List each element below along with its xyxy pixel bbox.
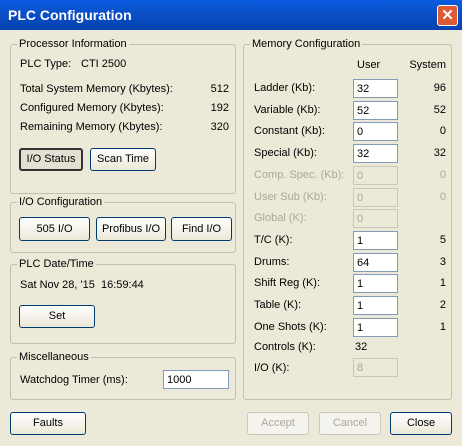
dialog-body: Processor Information PLC Type: CTI 2500… [4,30,458,442]
memory-row-label: Drums: [254,256,290,268]
memory-row-system-value: 1 [439,277,446,289]
memory-row-user-input [353,188,398,207]
memory-row-system-value: 5 [439,234,446,246]
find-io-button[interactable]: Find I/O [171,217,232,241]
faults-button[interactable]: Faults [10,412,86,435]
profibus-io-button[interactable]: Profibus I/O [96,217,166,241]
configured-memory-value: 192 [210,102,229,114]
memory-row-label: Global (K): [254,212,307,224]
memory-row-system-value: 0 [439,191,446,203]
miscellaneous-legend: Miscellaneous [17,351,91,363]
miscellaneous-group: Miscellaneous Watchdog Timer (ms): [10,351,236,400]
set-datetime-button[interactable]: Set [19,305,95,328]
watchdog-timer-label: Watchdog Timer (ms): [20,374,128,386]
total-memory-label: Total System Memory (Kbytes): [20,83,173,95]
io-status-button[interactable]: I/O Status [19,148,83,171]
title-bar: PLC Configuration ✕ [0,0,462,30]
io-configuration-legend: I/O Configuration [17,196,105,208]
memory-row-user-input [353,209,398,228]
close-icon[interactable]: ✕ [437,5,458,26]
scan-time-button[interactable]: Scan Time [90,148,156,171]
processor-information-legend: Processor Information [17,38,129,50]
memory-row-user-input[interactable] [353,253,398,272]
controls-value: 32 [355,341,368,353]
memory-row-user-input [353,166,398,185]
memory-row-label: User Sub (Kb): [254,191,327,203]
memory-row-system-value: 2 [439,299,446,311]
memory-row-user-input[interactable] [353,318,398,337]
total-memory-value: 512 [210,83,229,95]
controls-label: Controls (K): [254,341,316,353]
io-kb-input [353,358,398,377]
memory-row-user-input[interactable] [353,144,398,163]
plc-datetime-legend: PLC Date/Time [17,258,96,270]
505-io-button[interactable]: 505 I/O [19,217,90,241]
memory-row-system-value: 32 [433,147,446,159]
io-kb-label: I/O (K): [254,362,290,374]
accept-button: Accept [247,412,309,435]
configured-memory-label: Configured Memory (Kbytes): [20,102,164,114]
memory-configuration-group: Memory Configuration User System Control… [243,38,452,400]
user-column-header: User [357,59,381,71]
memory-row-system-value: 3 [439,256,446,268]
memory-row-label: Comp. Spec. (Kb): [254,169,345,181]
plc-type-value: CTI 2500 [81,58,127,70]
memory-row-user-input[interactable] [353,296,398,315]
io-configuration-group: I/O Configuration 505 I/O Profibus I/O F… [10,196,236,253]
processor-information-group: Processor Information PLC Type: CTI 2500… [10,38,236,194]
memory-row-system-value: 0 [439,125,446,137]
memory-row-label: Ladder (Kb): [254,82,316,94]
memory-row-system-value: 52 [433,104,446,116]
memory-row-label: Variable (Kb): [254,104,321,116]
memory-row-label: T/C (K): [254,234,293,246]
remaining-memory-label: Remaining Memory (Kbytes): [20,121,163,133]
plc-type-label: PLC Type: [20,58,72,70]
memory-row-system-value: 0 [439,169,446,181]
system-column-header: System [409,59,446,71]
memory-row-system-value: 96 [433,82,446,94]
memory-row-label: Shift Reg (K): [254,277,321,289]
window-title: PLC Configuration [8,7,132,23]
plc-datetime-value: Sat Nov 28, '15 16:59:44 [20,279,144,291]
memory-row-user-input[interactable] [353,274,398,293]
memory-configuration-legend: Memory Configuration [250,38,363,50]
memory-row-label: Special (Kb): [254,147,317,159]
close-button[interactable]: Close [390,412,452,435]
watchdog-timer-input[interactable] [163,370,229,389]
remaining-memory-value: 320 [210,121,229,133]
memory-row-user-input[interactable] [353,79,398,98]
memory-row-label: Constant (Kb): [254,125,325,137]
memory-row-user-input[interactable] [353,101,398,120]
memory-row-system-value: 1 [439,321,446,333]
plc-configuration-dialog: PLC Configuration ✕ Processor Informatio… [0,0,462,446]
memory-row-label: One Shots (K): [254,321,327,333]
memory-row-user-input[interactable] [353,122,398,141]
cancel-button: Cancel [319,412,381,435]
memory-row-label: Table (K): [254,299,302,311]
memory-row-user-input[interactable] [353,231,398,250]
plc-datetime-group: PLC Date/Time Sat Nov 28, '15 16:59:44 S… [10,258,236,344]
